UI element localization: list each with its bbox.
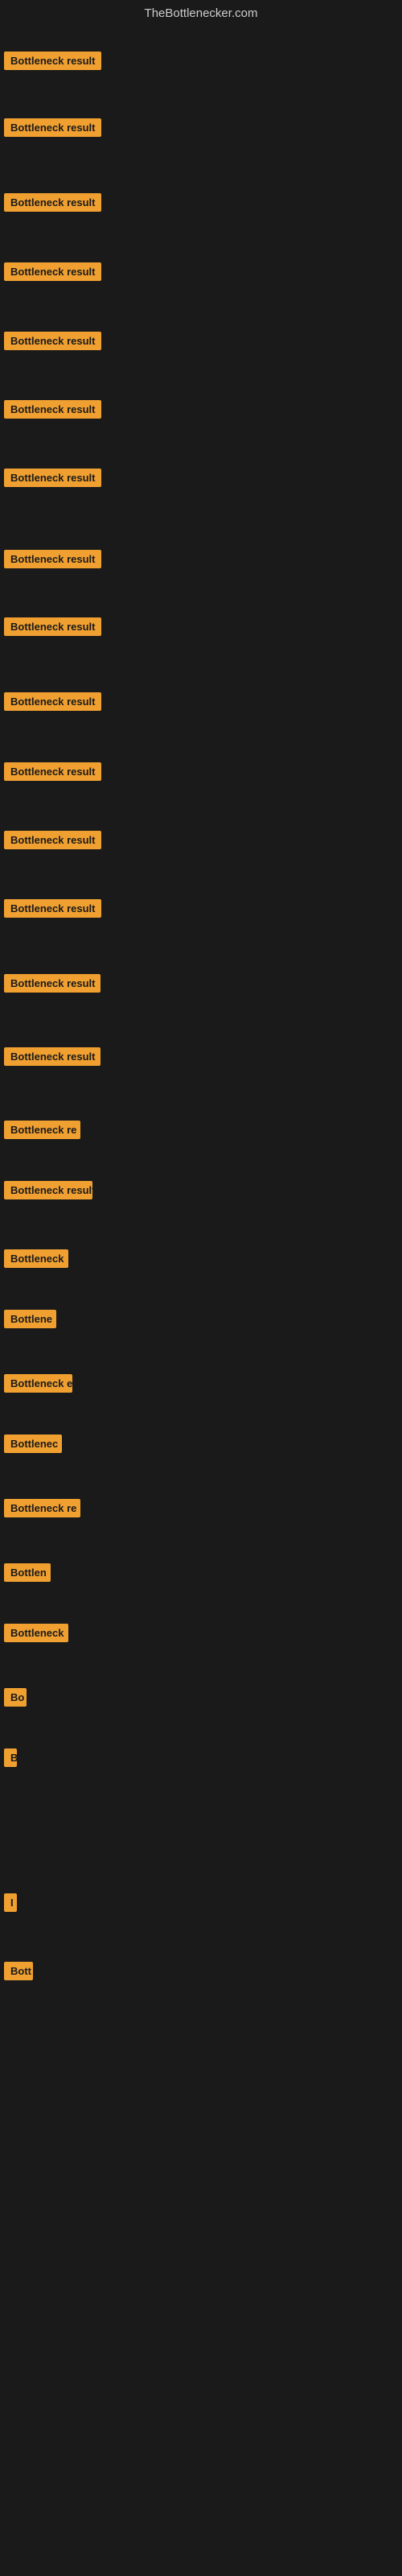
bottleneck-item: Bottleneck result	[4, 1181, 92, 1203]
page-header: TheBottlenecker.com	[0, 0, 402, 30]
bottleneck-label: Bo	[4, 1688, 27, 1707]
bottleneck-item: Bottleneck result	[4, 550, 101, 572]
bottleneck-item: Bottleneck result	[4, 262, 101, 285]
bottleneck-label: Bottleneck result	[4, 1047, 100, 1066]
bottleneck-label: Bottleneck result	[4, 469, 101, 487]
bottleneck-item: Bottleneck	[4, 1249, 68, 1272]
bottleneck-label: Bottleneck result	[4, 974, 100, 993]
bottleneck-item: I	[4, 1893, 17, 1916]
bottleneck-item: B	[4, 1748, 17, 1771]
bottleneck-item: Bottleneck result	[4, 692, 101, 715]
bottleneck-item: Bottleneck result	[4, 974, 100, 997]
bottleneck-item: Bottleneck re	[4, 1499, 80, 1521]
bottleneck-item: Bottleneck e	[4, 1374, 72, 1397]
bottleneck-label: Bottleneck e	[4, 1374, 72, 1393]
bottleneck-item: Bottlenec	[4, 1435, 62, 1457]
bottleneck-item: Bottleneck result	[4, 899, 101, 922]
bottleneck-item: Bottleneck	[4, 1624, 68, 1646]
bottleneck-label: Bottleneck	[4, 1624, 68, 1642]
bottleneck-label: I	[4, 1893, 17, 1912]
bottleneck-label: Bott	[4, 1962, 33, 1980]
bottleneck-label: Bottlen	[4, 1563, 51, 1582]
bottleneck-item: Bott	[4, 1962, 33, 1984]
bottleneck-label: Bottleneck result	[4, 899, 101, 918]
bottleneck-label: Bottleneck result	[4, 617, 101, 636]
bottleneck-label: Bottlenec	[4, 1435, 62, 1453]
bottleneck-item: Bottleneck result	[4, 1047, 100, 1070]
bottleneck-item: Bottleneck result	[4, 617, 101, 640]
bottleneck-label: Bottleneck result	[4, 118, 101, 137]
bottleneck-item: Bottleneck re	[4, 1121, 80, 1143]
bottleneck-label: Bottleneck result	[4, 332, 101, 350]
bottleneck-label: Bottleneck result	[4, 831, 101, 849]
site-title: TheBottlenecker.com	[0, 0, 402, 30]
bottleneck-item: Bottleneck result	[4, 469, 101, 491]
bottleneck-label: Bottleneck result	[4, 692, 101, 711]
bottleneck-item: Bottleneck result	[4, 831, 101, 853]
bottleneck-label: Bottleneck result	[4, 193, 101, 212]
bottleneck-item: Bottleneck result	[4, 400, 101, 423]
bottleneck-item: Bottleneck result	[4, 332, 101, 354]
bottleneck-item: Bottlene	[4, 1310, 56, 1332]
bottleneck-item: Bottlen	[4, 1563, 51, 1586]
bottleneck-label: Bottleneck re	[4, 1121, 80, 1139]
bottleneck-label: Bottleneck result	[4, 762, 101, 781]
bottleneck-label: Bottlene	[4, 1310, 56, 1328]
bottleneck-label: Bottleneck	[4, 1249, 68, 1268]
bottleneck-label: Bottleneck result	[4, 550, 101, 568]
bottleneck-item: Bottleneck result	[4, 193, 101, 216]
bottleneck-label: Bottleneck re	[4, 1499, 80, 1517]
bottleneck-item: Bottleneck result	[4, 52, 101, 74]
bottleneck-label: Bottleneck result	[4, 400, 101, 419]
bottleneck-item: Bo	[4, 1688, 27, 1711]
bottleneck-label: Bottleneck result	[4, 1181, 92, 1199]
bottleneck-label: Bottleneck result	[4, 52, 101, 70]
bottleneck-label: B	[4, 1748, 17, 1767]
bottleneck-item: Bottleneck result	[4, 118, 101, 141]
bottleneck-item: Bottleneck result	[4, 762, 101, 785]
bottleneck-label: Bottleneck result	[4, 262, 101, 281]
